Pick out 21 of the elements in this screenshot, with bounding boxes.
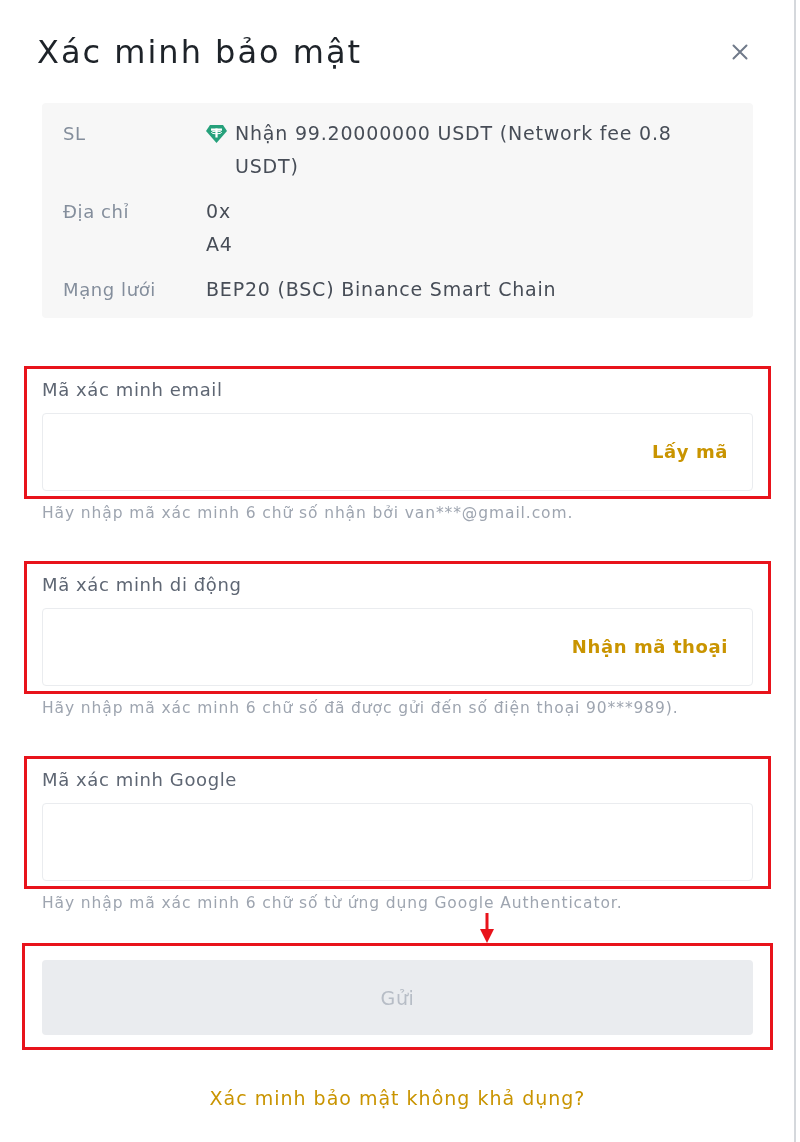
detail-label: SL	[63, 122, 87, 146]
help-link[interactable]: Xác minh bảo mật không khả dụng?	[209, 1086, 586, 1110]
field-hint: Hãy nhập mã xác minh 6 chữ số từ ứng dụng Google Authenticator.	[42, 893, 623, 913]
diamond-icon	[206, 125, 227, 143]
code-input[interactable]: Nhận mã thoại	[42, 608, 753, 686]
detail-value: BEP20 (BSC) Binance Smart Chain	[206, 277, 557, 302]
detail-value: Nhận 99.20000000 USDT (Network fee 0.8 USDT)	[235, 121, 673, 179]
detail-label: Địa chỉ	[63, 200, 131, 224]
field-hint: Hãy nhập mã xác minh 6 chữ số nhận bởi van***@gmail.com.	[42, 503, 574, 523]
field-label: Mã xác minh email	[42, 379, 223, 401]
detail-label: Mạng lưới	[63, 278, 157, 302]
close-icon[interactable]	[732, 44, 748, 60]
field-hint: Hãy nhập mã xác minh 6 chữ số đã được gửi đến số điện thoại 90***989).	[42, 698, 679, 718]
get-code-button[interactable]: Nhận mã thoại	[571, 635, 728, 659]
field-label: Mã xác minh di động	[42, 574, 242, 596]
detail-value: 0x	[206, 199, 231, 224]
get-code-button[interactable]: Lấy mã	[651, 440, 728, 464]
detail-value: A4	[206, 232, 233, 257]
field-label: Mã xác minh Google	[42, 769, 237, 791]
code-input[interactable]: Lấy mã	[42, 413, 753, 491]
dialog-title: Xác minh bảo mật	[37, 34, 363, 70]
